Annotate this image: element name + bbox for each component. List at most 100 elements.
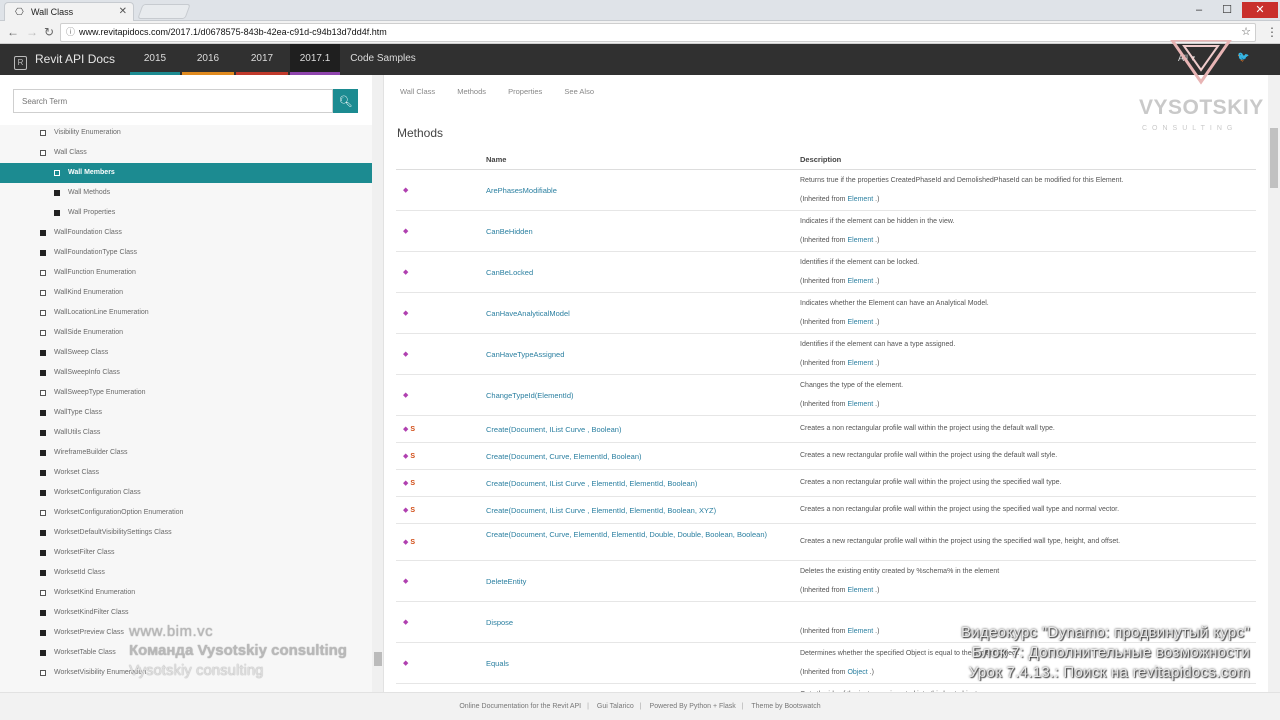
sidebar-item[interactable]: WireframeBuilder Class (0, 443, 372, 463)
minimize-icon[interactable]: – (1186, 2, 1212, 18)
inherited-from: (Inherited from Element .) (800, 278, 879, 285)
method-link[interactable]: CanBeLocked (486, 267, 776, 279)
filled-bullet-icon (40, 450, 46, 456)
back-icon[interactable]: ← (7, 25, 19, 39)
method-link[interactable]: CanHaveTypeAssigned (486, 349, 776, 361)
sidebar-item[interactable]: WorksetId Class (0, 563, 372, 583)
reload-icon[interactable]: ↻ (44, 25, 54, 39)
inherited-class-link[interactable]: Object (847, 669, 867, 676)
method-link[interactable]: Create(Document, IList Curve , Boolean) (486, 424, 776, 436)
static-method-icon: S (410, 538, 416, 546)
browser-tab[interactable]: ⎔ Wall Class ✕ (4, 2, 134, 21)
url-input[interactable]: ⓘ www.revitapidocs.com/2017.1/d0678575-8… (60, 23, 1256, 42)
inherited-class-link[interactable]: Element (847, 278, 873, 285)
method-link[interactable]: Create(Document, IList Curve , ElementId… (486, 505, 776, 517)
sidebar-item[interactable]: WallSweepInfo Class (0, 363, 372, 383)
public-method-icon: ◆ (403, 227, 409, 235)
sidebar-item[interactable]: WallSide Enumeration (0, 323, 372, 343)
sidebar-item[interactable]: WallFoundation Class (0, 223, 372, 243)
tab-title: Wall Class (31, 7, 74, 17)
nav-version-2017[interactable]: 2017 (236, 44, 288, 75)
breadcrumb-see-also[interactable]: See Also (564, 87, 594, 96)
sidebar-item-label: WallSweepInfo Class (54, 369, 120, 376)
sidebar-item[interactable]: WorksetConfiguration Class (0, 483, 372, 503)
sidebar-item[interactable]: Wall Class (0, 143, 372, 163)
overlay-company: Vysotskiy consulting (129, 662, 264, 679)
method-link[interactable]: CanHaveAnalyticalModel (486, 308, 776, 320)
sidebar-item[interactable]: WorksetDefaultVisibilitySettings Class (0, 523, 372, 543)
sidebar-scroll-thumb[interactable] (374, 652, 382, 666)
sidebar-item[interactable]: WallType Class (0, 403, 372, 423)
sidebar-item[interactable]: WallFunction Enumeration (0, 263, 372, 283)
method-link[interactable]: ArePhasesModifiable (486, 185, 776, 197)
filled-bullet-icon (40, 350, 46, 356)
breadcrumb-methods[interactable]: Methods (457, 87, 486, 96)
method-link[interactable]: Create(Document, Curve, ElementId, Boole… (486, 451, 776, 463)
method-type-icons: ◆ S (403, 425, 415, 433)
nav-version-2017-1[interactable]: 2017.1 (290, 44, 340, 75)
sidebar-item[interactable]: WorksetFilter Class (0, 543, 372, 563)
sidebar-item[interactable]: Visibility Enumeration (0, 123, 372, 143)
sidebar-item[interactable]: Workset Class (0, 463, 372, 483)
search-button[interactable]: 🔍︎ (333, 89, 358, 113)
method-link[interactable]: Dispose (486, 617, 776, 629)
nav-version-label: 2017 (250, 53, 274, 64)
table-row: ◆ CanHaveTypeAssigned Identifies if the el… (396, 334, 1256, 375)
info-icon[interactable]: ⓘ (66, 24, 75, 41)
sidebar-item[interactable]: WallSweepType Enumeration (0, 383, 372, 403)
sidebar-item[interactable]: WallUtils Class (0, 423, 372, 443)
method-link[interactable]: Equals (486, 658, 776, 670)
method-link[interactable]: Create(Document, IList Curve , ElementId… (486, 478, 776, 490)
inherited-from: (Inherited from Element .) (800, 360, 879, 367)
inherited-class-link[interactable]: Element (847, 319, 873, 326)
footer-theme[interactable]: Theme by Bootswatch (751, 703, 820, 710)
sidebar-item[interactable]: WorksetKind Enumeration (0, 583, 372, 603)
inherited-suffix: .) (875, 360, 880, 367)
inherited-from: (Inherited from Element .) (800, 196, 879, 203)
inherited-class-link[interactable]: Element (847, 628, 873, 635)
method-link[interactable]: CanBeHidden (486, 226, 776, 238)
sidebar-item[interactable]: WallKind Enumeration (0, 283, 372, 303)
sidebar-item[interactable]: Wall Properties (0, 203, 372, 223)
bookmark-star-icon[interactable]: ☆ (1241, 24, 1251, 41)
hollow-bullet-icon (40, 270, 46, 276)
footer-author[interactable]: Gui Talarico (597, 703, 634, 710)
forward-icon[interactable]: → (26, 25, 38, 39)
sidebar-item-label: WallSweep Class (54, 349, 109, 356)
maximize-icon[interactable]: ☐ (1214, 2, 1240, 18)
breadcrumb-properties[interactable]: Properties (508, 87, 542, 96)
sidebar-item-label: WorksetConfigurationOption Enumeration (54, 509, 184, 516)
inherited-class-link[interactable]: Element (847, 196, 873, 203)
inherited-class-link[interactable]: Element (847, 401, 873, 408)
close-tab-icon[interactable]: ✕ (119, 6, 127, 17)
method-link[interactable]: DeleteEntity (486, 576, 776, 588)
window-close-icon[interactable]: ✕ (1242, 2, 1278, 18)
brand-link[interactable]: R Revit API Docs (14, 52, 115, 70)
table-row: ◆ CanBeHidden Indicates if the element can… (396, 211, 1256, 252)
sidebar-item[interactable]: WallLocationLine Enumeration (0, 303, 372, 323)
sidebar-item[interactable]: WallFoundationType Class (0, 243, 372, 263)
inherited-class-link[interactable]: Element (847, 587, 873, 594)
nav-version-2015[interactable]: 2015 (130, 44, 180, 75)
sidebar-item[interactable]: Wall Methods (0, 183, 372, 203)
sidebar-item[interactable]: Wall Members (0, 163, 372, 183)
method-link[interactable]: ChangeTypeId(ElementId) (486, 390, 776, 402)
sidebar-item-label: WallFoundationType Class (54, 249, 138, 256)
breadcrumb-wall-class[interactable]: Wall Class (400, 87, 435, 96)
content-scrollbar[interactable] (1268, 75, 1280, 692)
method-description: Indicates if the element can be hidden i… (800, 218, 955, 225)
sidebar-item[interactable]: WallSweep Class (0, 343, 372, 363)
browser-menu-icon[interactable]: ⋮ (1266, 25, 1278, 39)
nav-version-2016[interactable]: 2016 (182, 44, 234, 75)
search-input[interactable] (13, 89, 333, 113)
new-tab-button[interactable] (137, 4, 191, 19)
nav-code-samples[interactable]: Code Samples (344, 44, 422, 75)
inherited-class-link[interactable]: Element (847, 360, 873, 367)
filled-bullet-icon (40, 550, 46, 556)
sidebar-scrollbar[interactable] (372, 75, 383, 692)
inherited-class-link[interactable]: Element (847, 237, 873, 244)
sidebar-item[interactable]: WorksetConfigurationOption Enumeration (0, 503, 372, 523)
sidebar-item[interactable]: WorksetKindFilter Class (0, 603, 372, 623)
method-link[interactable]: Create(Document, Curve, ElementId, Eleme… (486, 529, 776, 541)
method-type-icons: ◆ (403, 618, 408, 626)
